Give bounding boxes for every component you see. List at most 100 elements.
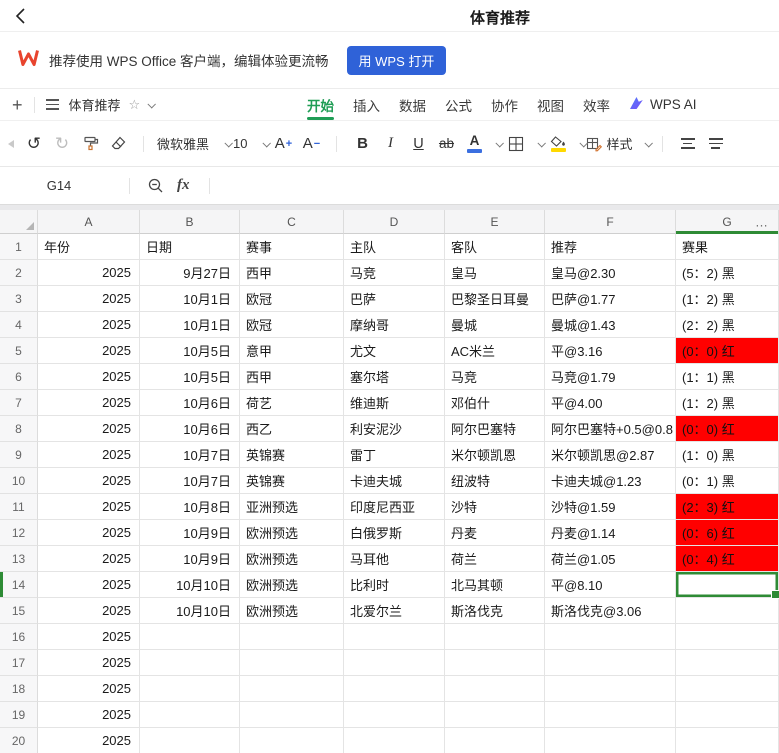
- scroll-left-icon[interactable]: [8, 140, 14, 148]
- row-header-16[interactable]: 16: [0, 624, 38, 650]
- cell-D6[interactable]: 塞尔塔: [344, 364, 445, 390]
- cell-E8[interactable]: 阿尔巴塞特: [445, 416, 545, 442]
- cell-D10[interactable]: 卡迪夫城: [344, 468, 445, 494]
- cell-F10[interactable]: 卡迪夫城@1.23: [545, 468, 676, 494]
- search-icon[interactable]: [141, 170, 169, 202]
- tab-7[interactable]: 效率: [583, 89, 610, 120]
- cell-G3[interactable]: (1：2) 黑: [676, 286, 779, 312]
- cell-E5[interactable]: AC米兰: [445, 338, 545, 364]
- cell-B8[interactable]: 10月6日: [140, 416, 240, 442]
- cell-G2[interactable]: (5：2) 黑: [676, 260, 779, 286]
- row-header-15[interactable]: 15: [0, 598, 38, 624]
- cell-B7[interactable]: 10月6日: [140, 390, 240, 416]
- cell-C4[interactable]: 欧冠: [240, 312, 344, 338]
- cell-D14[interactable]: 比利时: [344, 572, 445, 598]
- align-left-icon[interactable]: [674, 128, 702, 160]
- cell-F6[interactable]: 马竞@1.79: [545, 364, 676, 390]
- cell-C7[interactable]: 荷艺: [240, 390, 344, 416]
- cell-E10[interactable]: 纽波特: [445, 468, 545, 494]
- row-header-13[interactable]: 13: [0, 546, 38, 572]
- cell-C18[interactable]: [240, 676, 344, 702]
- row-header-14[interactable]: 14: [0, 572, 38, 598]
- row-header-5[interactable]: 5: [0, 338, 38, 364]
- cell-E12[interactable]: 丹麦: [445, 520, 545, 546]
- cell-D2[interactable]: 马竞: [344, 260, 445, 286]
- cell-A11[interactable]: 2025: [38, 494, 140, 520]
- cell-B3[interactable]: 10月1日: [140, 286, 240, 312]
- cell-E18[interactable]: [445, 676, 545, 702]
- tab-5[interactable]: 协作: [491, 89, 518, 120]
- cell-A8[interactable]: 2025: [38, 416, 140, 442]
- cell-C17[interactable]: [240, 650, 344, 676]
- cell-F11[interactable]: 沙特@1.59: [545, 494, 676, 520]
- row-header-7[interactable]: 7: [0, 390, 38, 416]
- cell-C2[interactable]: 西甲: [240, 260, 344, 286]
- cell-D20[interactable]: [344, 728, 445, 753]
- cell-B16[interactable]: [140, 624, 240, 650]
- cell-D9[interactable]: 雷丁: [344, 442, 445, 468]
- column-header-D[interactable]: D: [344, 210, 445, 234]
- format-painter-icon[interactable]: [76, 128, 104, 160]
- row-header-8[interactable]: 8: [0, 416, 38, 442]
- cell-G12[interactable]: (0：6) 红: [676, 520, 779, 546]
- cell-B12[interactable]: 10月9日: [140, 520, 240, 546]
- cell-A16[interactable]: 2025: [38, 624, 140, 650]
- cell-G10[interactable]: (0：1) 黑: [676, 468, 779, 494]
- cell-D15[interactable]: 北爱尔兰: [344, 598, 445, 624]
- cell-G8[interactable]: (0：0) 红: [676, 416, 779, 442]
- cell-D12[interactable]: 白俄罗斯: [344, 520, 445, 546]
- cell-A3[interactable]: 2025: [38, 286, 140, 312]
- undo-icon[interactable]: ↺: [20, 128, 48, 160]
- borders-button[interactable]: [502, 128, 530, 160]
- star-icon[interactable]: ☆: [129, 97, 141, 113]
- cell-A20[interactable]: 2025: [38, 728, 140, 753]
- cell-C13[interactable]: 欧洲预选: [240, 546, 344, 572]
- cell-F4[interactable]: 曼城@1.43: [545, 312, 676, 338]
- cell-A18[interactable]: 2025: [38, 676, 140, 702]
- cell-B10[interactable]: 10月7日: [140, 468, 240, 494]
- tab-3[interactable]: 数据: [399, 89, 426, 120]
- cell-B6[interactable]: 10月5日: [140, 364, 240, 390]
- cell-F8[interactable]: 阿尔巴塞特+0.5@0.8: [545, 416, 676, 442]
- cell-B15[interactable]: 10月10日: [140, 598, 240, 624]
- cell-A12[interactable]: 2025: [38, 520, 140, 546]
- cell-A13[interactable]: 2025: [38, 546, 140, 572]
- cell-F15[interactable]: 斯洛伐克@3.06: [545, 598, 676, 624]
- cell-D1[interactable]: 主队: [344, 234, 445, 260]
- select-all-corner[interactable]: [0, 210, 38, 234]
- cell-C3[interactable]: 欧冠: [240, 286, 344, 312]
- cell-G4[interactable]: (2：2) 黑: [676, 312, 779, 338]
- cell-A6[interactable]: 2025: [38, 364, 140, 390]
- cell-D4[interactable]: 摩纳哥: [344, 312, 445, 338]
- cell-F16[interactable]: [545, 624, 676, 650]
- cell-F3[interactable]: 巴萨@1.77: [545, 286, 676, 312]
- row-header-3[interactable]: 3: [0, 286, 38, 312]
- cell-C5[interactable]: 意甲: [240, 338, 344, 364]
- cell-A9[interactable]: 2025: [38, 442, 140, 468]
- cell-reference-box[interactable]: G14: [0, 178, 118, 193]
- fill-color-button[interactable]: [544, 128, 572, 160]
- more-columns-icon[interactable]: …: [755, 214, 769, 229]
- cell-C8[interactable]: 西乙: [240, 416, 344, 442]
- cell-E2[interactable]: 皇马: [445, 260, 545, 286]
- cell-B20[interactable]: [140, 728, 240, 753]
- row-header-18[interactable]: 18: [0, 676, 38, 702]
- cell-G16[interactable]: [676, 624, 779, 650]
- font-size-select[interactable]: 10: [233, 128, 269, 160]
- cell-E20[interactable]: [445, 728, 545, 753]
- cell-C15[interactable]: 欧洲预选: [240, 598, 344, 624]
- cell-F18[interactable]: [545, 676, 676, 702]
- row-header-1[interactable]: 1: [0, 234, 38, 260]
- column-header-C[interactable]: C: [240, 210, 344, 234]
- cell-F5[interactable]: 平@3.16: [545, 338, 676, 364]
- column-header-F[interactable]: F: [545, 210, 676, 234]
- cell-F17[interactable]: [545, 650, 676, 676]
- row-header-17[interactable]: 17: [0, 650, 38, 676]
- row-header-12[interactable]: 12: [0, 520, 38, 546]
- cell-G7[interactable]: (1：2) 黑: [676, 390, 779, 416]
- cell-G1[interactable]: 赛果: [676, 234, 779, 260]
- cell-F1[interactable]: 推荐: [545, 234, 676, 260]
- row-header-2[interactable]: 2: [0, 260, 38, 286]
- column-header-E[interactable]: E: [445, 210, 545, 234]
- tab-4[interactable]: 公式: [445, 89, 472, 120]
